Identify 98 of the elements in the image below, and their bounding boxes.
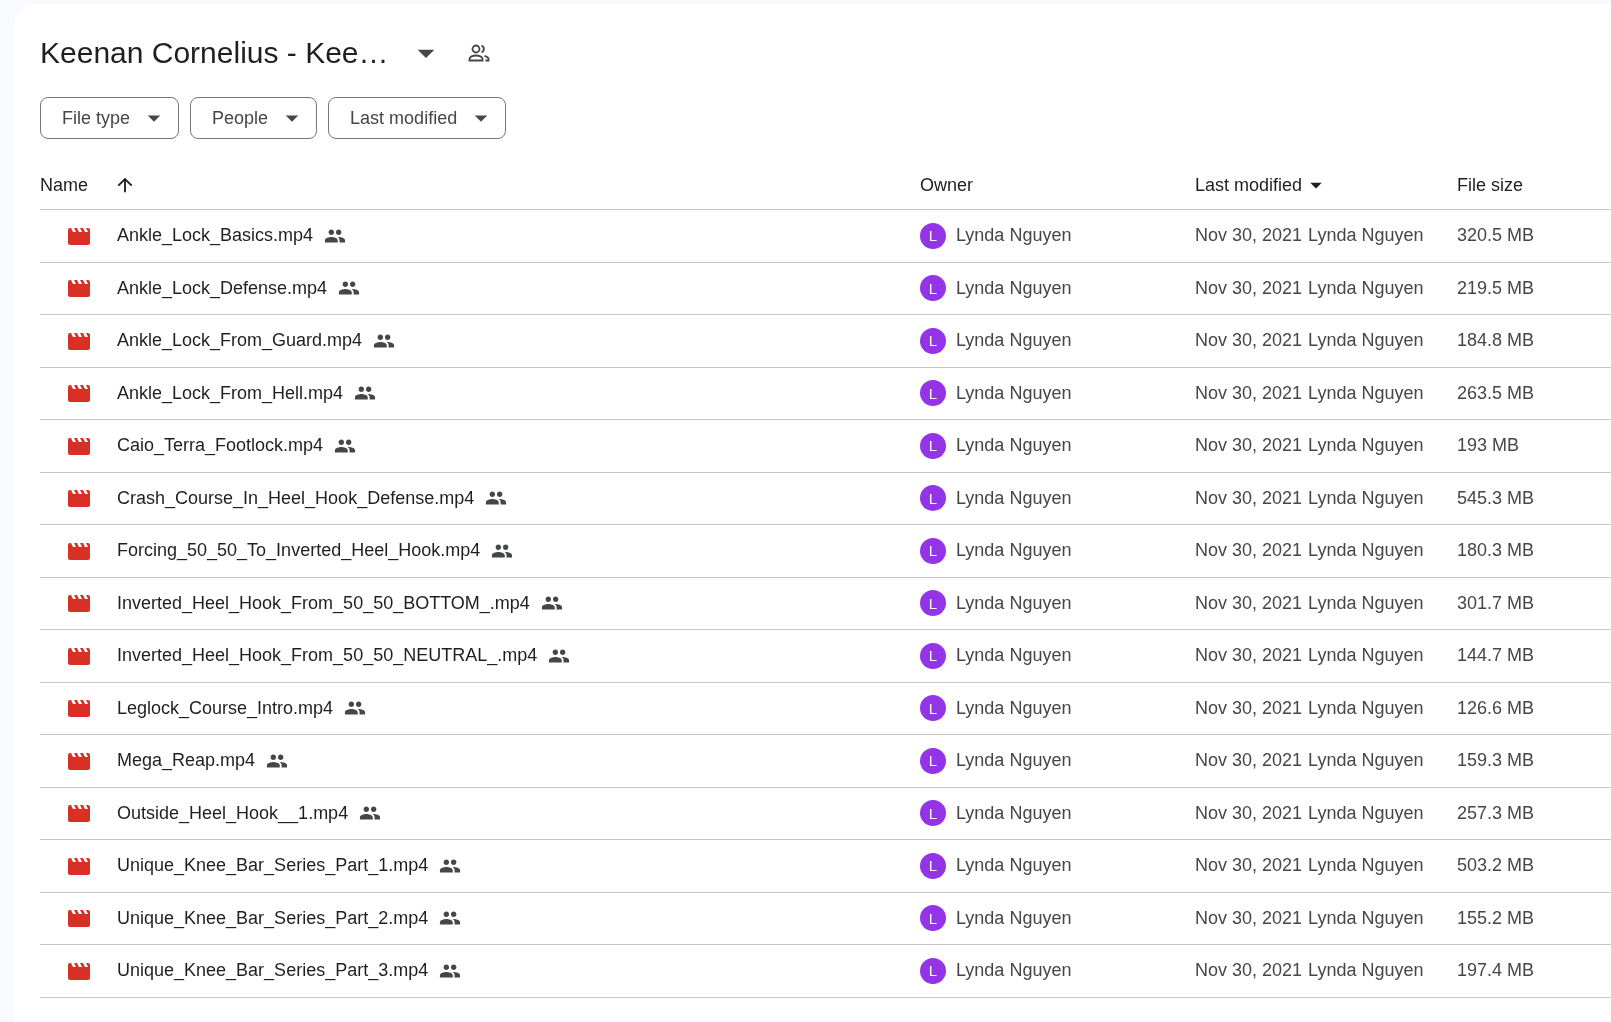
filter-chip[interactable]: People: [190, 97, 318, 139]
modified-by: Lynda Nguyen: [1308, 330, 1424, 352]
owner-name: Lynda Nguyen: [956, 592, 1072, 614]
modified-date: Nov 30, 2021: [1195, 330, 1303, 352]
filter-chip[interactable]: File type: [40, 97, 180, 139]
modified-date: Nov 30, 2021: [1195, 802, 1303, 824]
owner-avatar: L: [920, 432, 946, 459]
owner-avatar: L: [920, 380, 946, 407]
owner-name: Lynda Nguyen: [956, 907, 1072, 929]
file-name[interactable]: Inverted_Heel_Hook_From_50_50_NEUTRAL_.mp4: [117, 645, 538, 667]
file-name[interactable]: Forcing_50_50_To_Inverted_Heel_Hook.mp4: [117, 540, 481, 562]
owner-name: Lynda Nguyen: [956, 750, 1072, 772]
folder-title: Keenan Cornelius - Kee…: [40, 36, 389, 70]
modified-by: Lynda Nguyen: [1308, 382, 1424, 404]
owner-name: Lynda Nguyen: [956, 960, 1072, 982]
modified-date: Nov 30, 2021: [1195, 592, 1303, 614]
modified-by: Lynda Nguyen: [1308, 225, 1424, 247]
file-name[interactable]: Outside_Heel_Hook__1.mp4: [117, 802, 349, 824]
owner-avatar: L: [920, 905, 946, 932]
modified-by: Lynda Nguyen: [1308, 435, 1424, 457]
file-name[interactable]: Caio_Terra_Footlock.mp4: [117, 435, 324, 457]
file-size: 320.5 MB: [1457, 225, 1535, 247]
owner-name: Lynda Nguyen: [956, 382, 1072, 404]
owner-name: Lynda Nguyen: [956, 277, 1072, 299]
owner-name: Lynda Nguyen: [956, 435, 1072, 457]
owner-name: Lynda Nguyen: [956, 802, 1072, 824]
file-name[interactable]: Crash_Course_In_Heel_Hook_Defense.mp4: [117, 487, 475, 509]
file-name[interactable]: Inverted_Heel_Hook_From_50_50_BOTTOM_.mp4: [117, 592, 530, 614]
owner-avatar: L: [920, 695, 946, 722]
file-name[interactable]: Unique_Knee_Bar_Series_Part_1.mp4: [117, 855, 429, 877]
owner-avatar: L: [920, 485, 946, 512]
modified-by: Lynda Nguyen: [1308, 907, 1424, 929]
owner-name: Lynda Nguyen: [956, 855, 1072, 877]
modified-date: Nov 30, 2021: [1195, 225, 1303, 247]
file-name[interactable]: Unique_Knee_Bar_Series_Part_3.mp4: [117, 960, 429, 982]
column-header[interactable]: Name: [40, 174, 88, 196]
modified-by: Lynda Nguyen: [1308, 750, 1424, 772]
file-size: 219.5 MB: [1457, 277, 1535, 299]
file-size: 193 MB: [1457, 435, 1520, 457]
modified-by: Lynda Nguyen: [1308, 592, 1424, 614]
modified-date: Nov 30, 2021: [1195, 645, 1303, 667]
modified-by: Lynda Nguyen: [1308, 802, 1424, 824]
file-size: 184.8 MB: [1457, 330, 1535, 352]
file-name[interactable]: Ankle_Lock_Basics.mp4: [117, 225, 314, 247]
owner-name: Lynda Nguyen: [956, 225, 1072, 247]
modified-by: Lynda Nguyen: [1308, 855, 1424, 877]
column-header[interactable]: Owner: [920, 174, 973, 196]
owner-name: Lynda Nguyen: [956, 540, 1072, 562]
modified-date: Nov 30, 2021: [1195, 382, 1303, 404]
file-size: 126.6 MB: [1457, 697, 1535, 719]
modified-date: Nov 30, 2021: [1195, 697, 1303, 719]
file-size: 503.2 MB: [1457, 855, 1535, 877]
modified-date: Nov 30, 2021: [1195, 487, 1303, 509]
owner-name: Lynda Nguyen: [956, 487, 1072, 509]
owner-avatar: L: [920, 800, 946, 827]
modified-date: Nov 30, 2021: [1195, 750, 1303, 772]
file-size: 159.3 MB: [1457, 750, 1535, 772]
owner-avatar: L: [920, 275, 946, 302]
modified-by: Lynda Nguyen: [1308, 540, 1424, 562]
modified-date: Nov 30, 2021: [1195, 855, 1303, 877]
owner-name: Lynda Nguyen: [956, 697, 1072, 719]
owner-avatar: L: [920, 642, 946, 669]
owner-avatar: L: [920, 222, 946, 249]
modified-by: Lynda Nguyen: [1308, 645, 1424, 667]
owner-avatar: L: [920, 852, 946, 879]
owner-avatar: L: [920, 747, 946, 774]
owner-avatar: L: [920, 537, 946, 564]
file-name[interactable]: Leglock_Course_Intro.mp4: [117, 697, 334, 719]
file-size: 301.7 MB: [1457, 592, 1535, 614]
column-header[interactable]: File size: [1457, 174, 1523, 196]
owner-name: Lynda Nguyen: [956, 330, 1072, 352]
file-size: 263.5 MB: [1457, 382, 1535, 404]
file-size: 197.4 MB: [1457, 960, 1535, 982]
file-name[interactable]: Ankle_Lock_Defense.mp4: [117, 277, 328, 299]
modified-date: Nov 30, 2021: [1195, 435, 1303, 457]
file-name[interactable]: Ankle_Lock_From_Hell.mp4: [117, 382, 344, 404]
file-size: 257.3 MB: [1457, 802, 1535, 824]
modified-date: Nov 30, 2021: [1195, 907, 1303, 929]
modified-date: Nov 30, 2021: [1195, 960, 1303, 982]
modified-by: Lynda Nguyen: [1308, 277, 1424, 299]
modified-date: Nov 30, 2021: [1195, 540, 1303, 562]
file-name[interactable]: Ankle_Lock_From_Guard.mp4: [117, 330, 363, 352]
file-name[interactable]: Mega_Reap.mp4: [117, 750, 256, 772]
owner-avatar: L: [920, 590, 946, 617]
modified-date: Nov 30, 2021: [1195, 277, 1303, 299]
file-size: 545.3 MB: [1457, 487, 1535, 509]
file-size: 155.2 MB: [1457, 907, 1535, 929]
modified-by: Lynda Nguyen: [1308, 697, 1424, 719]
modified-by: Lynda Nguyen: [1308, 487, 1424, 509]
file-size: 180.3 MB: [1457, 540, 1535, 562]
file-size: 144.7 MB: [1457, 645, 1535, 667]
modified-by: Lynda Nguyen: [1308, 960, 1424, 982]
column-header[interactable]: Last modified: [1195, 174, 1303, 196]
filter-chip[interactable]: Last modified: [328, 97, 507, 139]
owner-avatar: L: [920, 957, 946, 984]
owner-avatar: L: [920, 327, 946, 354]
file-name[interactable]: Unique_Knee_Bar_Series_Part_2.mp4: [117, 907, 429, 929]
owner-name: Lynda Nguyen: [956, 645, 1072, 667]
